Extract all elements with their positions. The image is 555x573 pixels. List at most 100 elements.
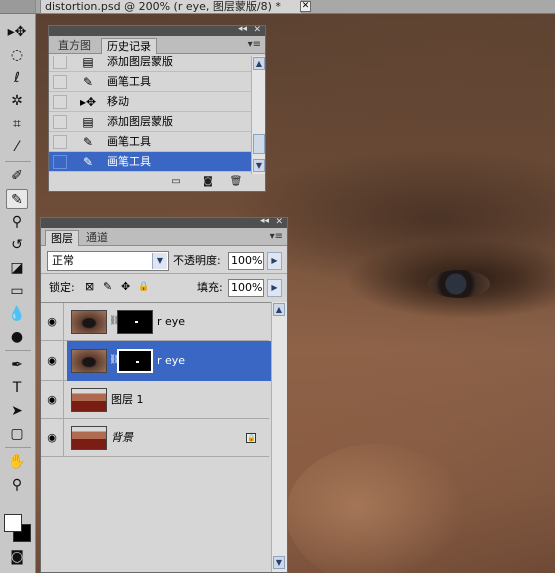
path-selection-tool-icon[interactable]: ➤ xyxy=(6,401,28,421)
brush-tool-icon[interactable]: ✎ xyxy=(6,189,28,209)
panel-menu-icon[interactable]: ▾≡ xyxy=(248,39,261,50)
new-snapshot-icon[interactable]: ◙ xyxy=(201,176,215,188)
layer-thumbnail[interactable] xyxy=(71,426,107,450)
document-tab[interactable]: distortion.psd @ 200% (r eye, 图层蒙版/8) * xyxy=(40,0,302,14)
layer-mask-thumbnail[interactable] xyxy=(117,310,153,334)
layers-scrollbar[interactable]: ▲ ▼ xyxy=(271,302,287,572)
tool-separator xyxy=(5,350,31,351)
eraser-tool-icon[interactable]: ◪ xyxy=(6,258,28,278)
lock-transparent-icon[interactable]: ⊠ xyxy=(85,280,94,294)
divider xyxy=(63,381,64,418)
tab-channels[interactable]: 通道 xyxy=(81,230,113,246)
crop-tool-icon[interactable]: ⌗ xyxy=(6,114,28,134)
eye-icon[interactable]: ◉ xyxy=(44,430,60,446)
history-brush-tool-icon[interactable]: ↺ xyxy=(6,235,28,255)
zoom-tool-icon[interactable]: ⚲ xyxy=(6,475,28,495)
healing-brush-tool-icon[interactable]: ✐ xyxy=(6,166,28,186)
scroll-thumb[interactable] xyxy=(253,134,265,154)
history-source-checkbox[interactable] xyxy=(53,75,67,89)
history-row[interactable]: ▤ 添加图层蒙版 xyxy=(49,112,251,132)
scroll-up-button[interactable]: ▲ xyxy=(253,57,265,70)
photo-nose-highlight xyxy=(286,444,466,573)
eye-icon[interactable]: ◉ xyxy=(44,314,60,330)
blur-tool-icon[interactable]: 💧 xyxy=(6,304,28,324)
close-panel-icon[interactable]: ✕ xyxy=(275,217,283,227)
lock-all-icon[interactable]: 🔒 xyxy=(138,280,149,294)
history-row[interactable]: ✎ 画笔工具 xyxy=(49,132,251,152)
layer-thumbnail[interactable] xyxy=(71,310,107,334)
history-source-checkbox[interactable] xyxy=(53,115,67,129)
eye-icon[interactable]: ◉ xyxy=(44,353,60,369)
close-panel-icon[interactable]: ✕ xyxy=(253,25,261,35)
lock-position-icon[interactable]: ✥ xyxy=(121,280,130,294)
scroll-down-button[interactable]: ▼ xyxy=(253,159,265,172)
layer-name[interactable]: 背景 xyxy=(111,431,133,445)
opacity-slider-button[interactable]: ▶ xyxy=(267,252,282,270)
move-icon: ▸✥ xyxy=(79,95,97,109)
hand-tool-icon[interactable]: ✋ xyxy=(6,452,28,472)
layer-row-selected[interactable]: ◉ ⛓ r eye xyxy=(41,341,271,381)
magic-wand-tool-icon[interactable]: ✲ xyxy=(6,91,28,111)
eyedropper-tool-icon[interactable]: ⁄ xyxy=(6,137,28,157)
history-row[interactable]: ▤ 添加图层蒙版 xyxy=(49,56,251,72)
delete-state-icon[interactable]: 🗑 xyxy=(229,176,243,188)
close-document-button[interactable]: ✕ xyxy=(300,1,311,12)
divider xyxy=(63,419,64,456)
history-source-checkbox[interactable] xyxy=(53,155,67,169)
lock-pixels-icon[interactable]: ✎ xyxy=(103,280,112,294)
layer-name[interactable]: r eye xyxy=(157,354,185,368)
history-source-checkbox[interactable] xyxy=(53,95,67,109)
lasso-tool-icon[interactable]: ℓ xyxy=(6,68,28,88)
history-panel: ◂◂ ✕ 直方图 历史记录 ▾≡ ▤ 添加图层蒙版 ✎ 画笔工具 ▸✥ 移动 ▤… xyxy=(48,24,266,192)
collapse-panel-icon[interactable]: ◂◂ xyxy=(238,24,247,34)
foreground-color-swatch[interactable] xyxy=(4,514,22,532)
history-row[interactable]: ✎ 画笔工具 xyxy=(49,72,251,92)
layer-mask-thumbnail[interactable] xyxy=(117,349,153,373)
blend-mode-select[interactable]: 正常 ▼ xyxy=(47,251,169,271)
panel-menu-icon[interactable]: ▾≡ xyxy=(270,231,283,242)
eye-icon[interactable]: ◉ xyxy=(44,392,60,408)
fill-label: 填充: xyxy=(197,281,223,294)
history-source-checkbox[interactable] xyxy=(53,135,67,149)
history-footer: ▭ ◙ 🗑 xyxy=(49,176,265,190)
blend-mode-value: 正常 xyxy=(52,254,74,267)
opacity-input[interactable]: 100% xyxy=(228,252,264,270)
tab-layers[interactable]: 图层 xyxy=(45,230,79,246)
layer-name[interactable]: r eye xyxy=(157,315,185,329)
layer-thumbnail[interactable] xyxy=(71,349,107,373)
tab-history[interactable]: 历史记录 xyxy=(101,38,157,54)
pen-tool-icon[interactable]: ✒ xyxy=(6,355,28,375)
marquee-tool-icon[interactable]: ◌ xyxy=(6,45,28,65)
history-row-label: 添加图层蒙版 xyxy=(107,115,173,128)
layer-name[interactable]: 图层 1 xyxy=(111,393,144,407)
history-scrollbar[interactable]: ▲ ▼ xyxy=(251,56,265,174)
toolbox-grip[interactable] xyxy=(0,0,35,14)
fill-slider-button[interactable]: ▶ xyxy=(267,279,282,297)
divider xyxy=(63,341,64,380)
panel-tabs: 图层 通道 ▾≡ xyxy=(41,228,287,246)
new-document-from-state-icon[interactable]: ▭ xyxy=(169,176,183,188)
tab-histogram[interactable]: 直方图 xyxy=(53,38,96,54)
move-tool-icon[interactable]: ▸✥ xyxy=(6,22,28,42)
history-list: ▤ 添加图层蒙版 ✎ 画笔工具 ▸✥ 移动 ▤ 添加图层蒙版 ✎ 画笔工具 ✎ … xyxy=(49,56,265,174)
scroll-down-button[interactable]: ▼ xyxy=(273,556,285,569)
layer-row[interactable]: ◉ 图层 1 xyxy=(41,381,269,419)
layer-thumbnail[interactable] xyxy=(71,388,107,412)
collapse-panel-icon[interactable]: ◂◂ xyxy=(260,216,269,226)
gradient-tool-icon[interactable]: ▭ xyxy=(6,281,28,301)
fill-input[interactable]: 100% xyxy=(228,279,264,297)
clone-stamp-tool-icon[interactable]: ⚲ xyxy=(6,212,28,232)
quick-mask-icon[interactable]: ◙ xyxy=(6,547,28,567)
layer-row[interactable]: ◉ 背景 🔒 xyxy=(41,419,269,457)
history-source-checkbox[interactable] xyxy=(53,56,67,69)
history-row-selected[interactable]: ✎ 画笔工具 xyxy=(49,152,251,172)
type-tool-icon[interactable]: T xyxy=(6,378,28,398)
panel-grip[interactable]: ◂◂ ✕ xyxy=(49,24,265,36)
shape-tool-icon[interactable]: ▢ xyxy=(6,424,28,444)
layer-row[interactable]: ◉ ⛓ r eye xyxy=(41,303,269,341)
scroll-up-button[interactable]: ▲ xyxy=(273,303,285,316)
history-row[interactable]: ▸✥ 移动 xyxy=(49,92,251,112)
layers-panel: ◂◂ ✕ 图层 通道 ▾≡ 正常 ▼ 不透明度: 100% ▶ 锁定: ⊠ ✎ … xyxy=(40,216,288,573)
panel-grip[interactable]: ◂◂ ✕ xyxy=(41,216,287,228)
dodge-tool-icon[interactable]: ● xyxy=(6,327,28,347)
